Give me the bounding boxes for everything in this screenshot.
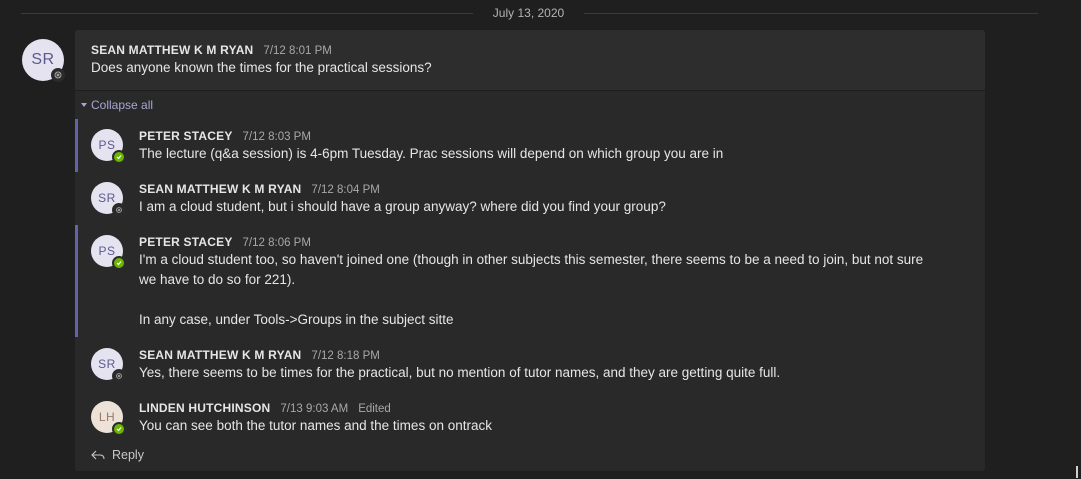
avatar-initials: PS [98, 138, 116, 152]
presence-offline-icon [51, 68, 65, 82]
caret-down-icon [81, 103, 87, 107]
avatar-initials: SR [31, 51, 55, 68]
avatar-initials: PS [98, 244, 116, 258]
avatar[interactable]: LH [91, 401, 126, 436]
separator [75, 90, 985, 91]
avatar[interactable]: SR [91, 182, 126, 217]
presence-available-icon [112, 422, 126, 436]
collapse-all-label: Collapse all [91, 98, 154, 112]
author-name[interactable]: SEAN MATTHEW K M RYAN [139, 348, 301, 362]
message-header: PETER STACEY 7/12 8:03 PM [139, 129, 311, 143]
timestamp: 7/12 8:18 PM [311, 350, 380, 362]
message-body-line: In any case, under Tools->Groups in the … [139, 312, 454, 327]
author-name[interactable]: SEAN MATTHEW K M RYAN [139, 182, 301, 196]
timestamp: 7/12 8:03 PM [242, 131, 311, 143]
message-body-line: I'm a cloud student too, so haven't join… [139, 252, 924, 267]
collapse-all-button[interactable]: Collapse all [81, 98, 153, 112]
message-header: SEAN MATTHEW K M RYAN 7/12 8:18 PM [139, 348, 380, 362]
message-thread: SEAN MATTHEW K M RYAN 7/12 8:01 PM Does … [75, 30, 985, 471]
avatar-initials: LH [98, 410, 116, 424]
author-name[interactable]: SEAN MATTHEW K M RYAN [91, 43, 253, 57]
divider-line-left [21, 13, 473, 14]
timestamp: 7/12 8:01 PM [263, 45, 332, 57]
avatar[interactable]: PS [91, 235, 126, 270]
presence-available-icon [112, 256, 126, 270]
edited-label: Edited [358, 403, 391, 415]
presence-offline-icon [112, 203, 126, 217]
message-header: SEAN MATTHEW K M RYAN 7/12 8:04 PM [139, 182, 380, 196]
date-divider-text: July 13, 2020 [492, 6, 565, 20]
chat-pane: July 13, 2020 SR SEAN MATTHEW K M RYAN 7… [0, 0, 1081, 479]
message-body-line: we have to do so for 221). [139, 272, 296, 287]
reply-arrow-icon [91, 450, 105, 460]
author-name[interactable]: PETER STACEY [139, 129, 233, 143]
timestamp: 7/13 9:03 AM [280, 403, 349, 415]
reply-label: Reply [112, 448, 144, 462]
message-body: Does anyone known the times for the prac… [91, 60, 432, 75]
author-name[interactable]: LINDEN HUTCHINSON [139, 401, 270, 415]
unread-accent-bar [75, 225, 78, 337]
message-body: You can see both the tutor names and the… [139, 418, 492, 433]
avatar-initials: SR [98, 191, 116, 205]
message-header: PETER STACEY 7/12 8:06 PM [139, 235, 311, 249]
author-name[interactable]: PETER STACEY [139, 235, 233, 249]
avatar[interactable]: PS [91, 129, 126, 164]
presence-offline-icon [112, 369, 126, 383]
unread-accent-bar [75, 119, 78, 172]
message-header: LINDEN HUTCHINSON 7/13 9:03 AM Edited [139, 401, 391, 415]
avatar[interactable]: SR [91, 348, 126, 383]
message-body: Yes, there seems to be times for the pra… [139, 365, 781, 380]
message-body: I am a cloud student, but i should have … [139, 199, 666, 214]
message-header: SEAN MATTHEW K M RYAN 7/12 8:01 PM [91, 43, 332, 57]
text-cursor-icon [1076, 466, 1078, 478]
message-body: The lecture (q&a session) is 4-6pm Tuesd… [139, 146, 724, 161]
date-divider: July 13, 2020 [21, 0, 1038, 26]
timestamp: 7/12 8:04 PM [311, 184, 380, 196]
root-message[interactable]: SEAN MATTHEW K M RYAN 7/12 8:01 PM Does … [75, 30, 985, 90]
divider-line-right [584, 13, 1038, 14]
timestamp: 7/12 8:06 PM [242, 237, 311, 249]
avatar[interactable]: SR [22, 39, 65, 82]
avatar-initials: SR [98, 357, 116, 371]
presence-available-icon [112, 150, 126, 164]
reply-button[interactable]: Reply [91, 448, 144, 462]
